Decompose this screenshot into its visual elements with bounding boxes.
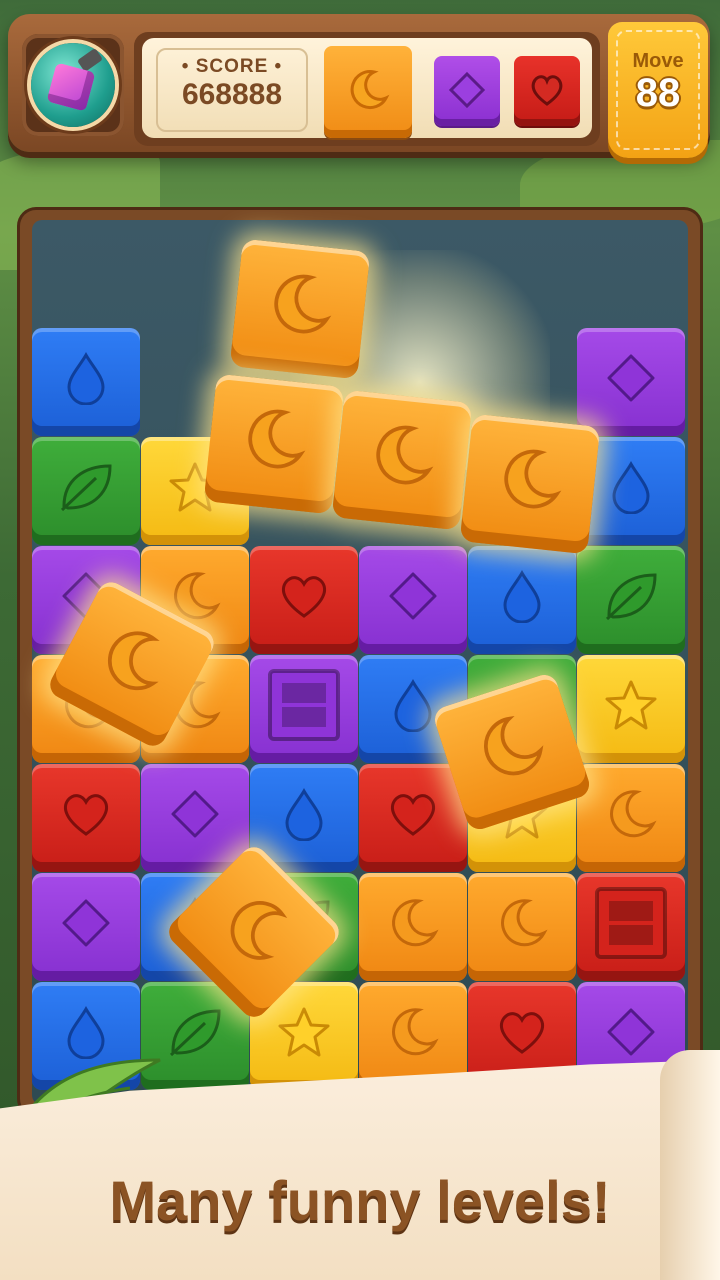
- moon-icon: [248, 409, 306, 469]
- tile-yellow-star[interactable]: [577, 655, 685, 763]
- drop-icon: [67, 351, 105, 405]
- leaf-icon: [605, 573, 657, 620]
- tile-purple-diamond[interactable]: [32, 873, 140, 981]
- drop-icon: [612, 460, 650, 514]
- diamond-icon: [62, 899, 110, 947]
- tile-red-heart[interactable]: [32, 764, 140, 872]
- star-icon: [278, 1007, 330, 1057]
- heart-icon: [281, 575, 327, 618]
- drop-icon: [394, 678, 432, 732]
- top-bar: • SCORE • 668888 Move 88: [8, 14, 710, 158]
- moon-icon: [350, 70, 390, 110]
- floating-block[interactable]: [203, 373, 345, 515]
- goal-orange-moon: [324, 46, 412, 138]
- heart-icon: [63, 793, 109, 836]
- tile-red-heart[interactable]: [250, 546, 358, 654]
- moon-icon: [610, 789, 657, 837]
- floating-block[interactable]: [459, 413, 601, 555]
- diamond-icon: [607, 354, 655, 402]
- diamond-icon: [389, 572, 437, 620]
- goal-panel: • SCORE • 668888: [134, 32, 600, 146]
- tile-red-crate[interactable]: [577, 873, 685, 981]
- drop-icon: [285, 787, 323, 841]
- tile-blue-drop[interactable]: [32, 328, 140, 436]
- floating-block[interactable]: [331, 389, 473, 531]
- moon-icon: [392, 898, 439, 946]
- score-box: • SCORE • 668888: [156, 48, 308, 132]
- avatar-frame[interactable]: [22, 34, 124, 136]
- moon-icon: [274, 274, 332, 334]
- tile-purple-crate[interactable]: [250, 655, 358, 763]
- diamond-icon: [448, 71, 486, 108]
- star-icon: [605, 680, 657, 730]
- tile-red-heart[interactable]: [359, 764, 467, 872]
- tile-green-leaf[interactable]: [32, 437, 140, 545]
- diamond-icon: [171, 790, 219, 838]
- heart-icon: [499, 1011, 545, 1054]
- moon-icon: [501, 898, 548, 946]
- tile-purple-diamond[interactable]: [141, 764, 249, 872]
- crate-icon: [595, 886, 667, 959]
- moon-icon: [392, 1007, 439, 1055]
- score-value: 668888: [181, 78, 283, 111]
- heart-icon: [390, 793, 436, 836]
- moon-icon: [376, 425, 434, 485]
- tile-orange-moon[interactable]: [577, 764, 685, 872]
- diamond-icon: [607, 1008, 655, 1056]
- drop-icon: [503, 569, 541, 623]
- tile-green-leaf[interactable]: [577, 546, 685, 654]
- score-label: • SCORE •: [181, 56, 283, 77]
- goal-red-heart: [514, 56, 580, 126]
- tile-orange-moon[interactable]: [468, 873, 576, 981]
- moon-icon: [483, 715, 544, 776]
- moon-icon: [230, 901, 288, 960]
- crate-icon: [268, 668, 340, 741]
- moon-icon: [504, 449, 562, 509]
- tagline: Many funny levels!: [109, 1169, 611, 1232]
- tile-purple-diamond[interactable]: [577, 328, 685, 436]
- tile-purple-diamond[interactable]: [359, 546, 467, 654]
- tile-orange-moon[interactable]: [359, 873, 467, 981]
- avatar-booster-icon[interactable]: [31, 43, 115, 127]
- leaf-icon: [169, 1009, 221, 1056]
- leaf-icon: [60, 464, 112, 511]
- scroll-roll: [660, 1050, 720, 1280]
- floating-block[interactable]: [229, 238, 371, 380]
- moves-counter: Move 88: [608, 22, 708, 158]
- moon-icon: [108, 631, 160, 691]
- goal-purple-diamond: [434, 56, 500, 126]
- heart-icon: [531, 74, 563, 106]
- tile-blue-drop[interactable]: [468, 546, 576, 654]
